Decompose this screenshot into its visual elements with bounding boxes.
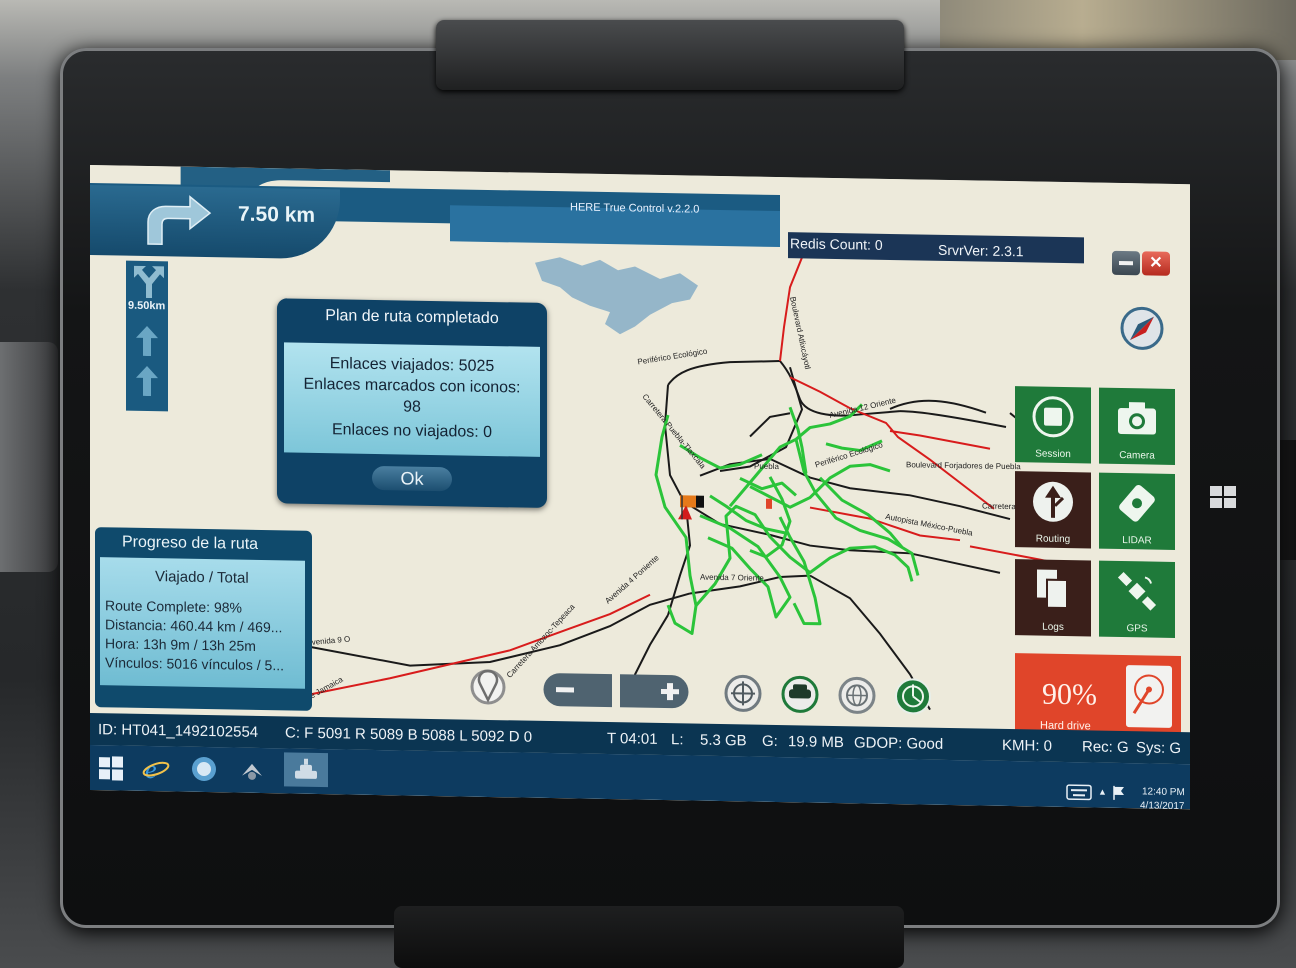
recording-status: Rec: G <box>1082 738 1129 757</box>
gps-label: GPS <box>1126 623 1148 635</box>
show-hidden-icons-chevron-icon[interactable]: ▲ <box>1098 787 1107 797</box>
hard-drive-icon <box>1126 665 1172 728</box>
here-app-icon[interactable] <box>190 755 218 783</box>
action-center-flag-icon[interactable] <box>1112 785 1126 801</box>
lidar-icon <box>1119 484 1155 522</box>
tablet-screen: Periférico Ecológico Boulevard Atlixcáyo… <box>90 165 1190 810</box>
time-text: Hora: 13h 9m / 13h 25m <box>105 635 256 654</box>
zoom-in-button[interactable] <box>620 674 689 709</box>
turn-right-arrow-icon <box>147 195 212 246</box>
tool-app-icon[interactable] <box>238 756 266 784</box>
internet-explorer-icon[interactable]: e <box>142 754 170 782</box>
logs-label: Logs <box>1042 621 1064 633</box>
lidar-storage-label: L: <box>671 731 684 749</box>
map-label: Carretera <box>982 502 1016 512</box>
hard-drive-percent: 90% <box>1042 677 1097 712</box>
tablet-mount-left-clamp <box>0 342 58 572</box>
session-id: ID: HT041_1492102554 <box>98 721 259 741</box>
elapsed-time: T 04:01 <box>607 730 658 748</box>
straight-arrow-icon <box>136 325 158 357</box>
ok-button[interactable]: Ok <box>372 465 452 492</box>
gps-tile[interactable]: GPS <box>1099 560 1175 638</box>
close-button[interactable]: ✕ <box>1142 251 1170 276</box>
session-tile[interactable]: Session <box>1015 386 1091 464</box>
zoom-out-button[interactable] <box>543 673 613 708</box>
straight-arrow-icon <box>136 365 158 397</box>
camera-icon <box>1118 402 1156 435</box>
routing-tile[interactable]: Routing <box>1015 471 1091 549</box>
gps-locate-icon[interactable] <box>895 678 931 715</box>
taskbar-clock-date[interactable]: 4/13/2017 <box>1140 800 1185 809</box>
dialog-links-marked: Enlaces marcados con iconos: <box>303 375 521 397</box>
vehicle-follow-icon[interactable] <box>781 675 819 713</box>
map-label: Avenida 7 Oriente <box>700 573 764 583</box>
gps-storage-label: G: <box>762 732 778 751</box>
next-maneuver-distance: 7.50 km <box>238 202 316 227</box>
links-text: Vínculos: 5016 vínculos / 5... <box>105 654 284 674</box>
lidar-storage-value: 5.3 GB <box>700 731 747 750</box>
pin-location-icon[interactable] <box>470 669 506 705</box>
dialog-links-marked-count: 98 <box>403 398 421 416</box>
lidar-label: LIDAR <box>1122 535 1152 547</box>
close-icon: ✕ <box>1149 254 1163 272</box>
windows-hardware-button-icon[interactable] <box>1208 484 1238 510</box>
satellite-icon <box>1117 571 1157 611</box>
map-label: Puebla <box>754 462 779 471</box>
windows-start-icon[interactable] <box>98 755 124 781</box>
session-label: Session <box>1035 448 1071 461</box>
globe-icon[interactable] <box>838 676 876 714</box>
distance-text: Distancia: 460.44 km / 469... <box>105 616 283 636</box>
poi-marker-icon <box>766 498 772 509</box>
lidar-tile[interactable]: LIDAR <box>1099 472 1175 550</box>
dialog-body: Enlaces viajados: 5025 Enlaces marcados … <box>284 342 540 457</box>
tablet-mount-bottom-clamp <box>394 906 904 968</box>
tablet-mount-top-clamp <box>436 20 904 90</box>
secondary-distance: 9.50km <box>128 299 166 313</box>
compass-icon[interactable] <box>1120 306 1164 350</box>
redis-count: Redis Count: 0 <box>790 235 883 253</box>
vehicle-app-icon <box>295 758 317 779</box>
true-control-taskbar-button[interactable] <box>284 752 328 788</box>
route-complete-dialog: Plan de ruta completado Enlaces viajados… <box>277 298 547 508</box>
crosshair-icon[interactable] <box>724 674 762 712</box>
route-progress-title: Progreso de la ruta <box>122 533 259 553</box>
minimize-icon <box>1119 260 1133 266</box>
fork-arrow-icon <box>134 265 164 299</box>
routing-label: Routing <box>1035 533 1071 546</box>
server-version: SrvrVer: 2.3.1 <box>938 241 1024 260</box>
speed-kmh: KMH: 0 <box>1002 736 1053 755</box>
gps-storage-value: 19.9 MB <box>788 733 844 752</box>
app-title: HERE True Control v.2.2.0 <box>570 201 700 216</box>
documents-icon <box>1037 569 1068 610</box>
route-complete-text: Route Complete: 98% <box>105 597 242 616</box>
camera-tile[interactable]: Camera <box>1099 387 1175 465</box>
stop-icon <box>1032 396 1074 438</box>
keyboard-icon[interactable] <box>1066 784 1092 801</box>
minimize-button[interactable] <box>1112 250 1140 276</box>
route-progress-subtitle: Viajado / Total <box>155 568 249 587</box>
dialog-links-not-traveled: Enlaces no viajados: 0 <box>331 421 493 442</box>
logs-tile[interactable]: Logs <box>1015 559 1091 637</box>
system-status: Sys: G <box>1136 739 1182 758</box>
dialog-title: Plan de ruta completado <box>325 307 499 328</box>
routing-arrows-icon <box>1033 481 1073 522</box>
taskbar-clock-time[interactable]: 12:40 PM <box>1142 786 1185 798</box>
gdop-status: GDOP: Good <box>854 734 944 753</box>
dialog-links-traveled: Enlaces viajados: 5025 <box>329 355 495 376</box>
camera-label: Camera <box>1119 449 1155 462</box>
